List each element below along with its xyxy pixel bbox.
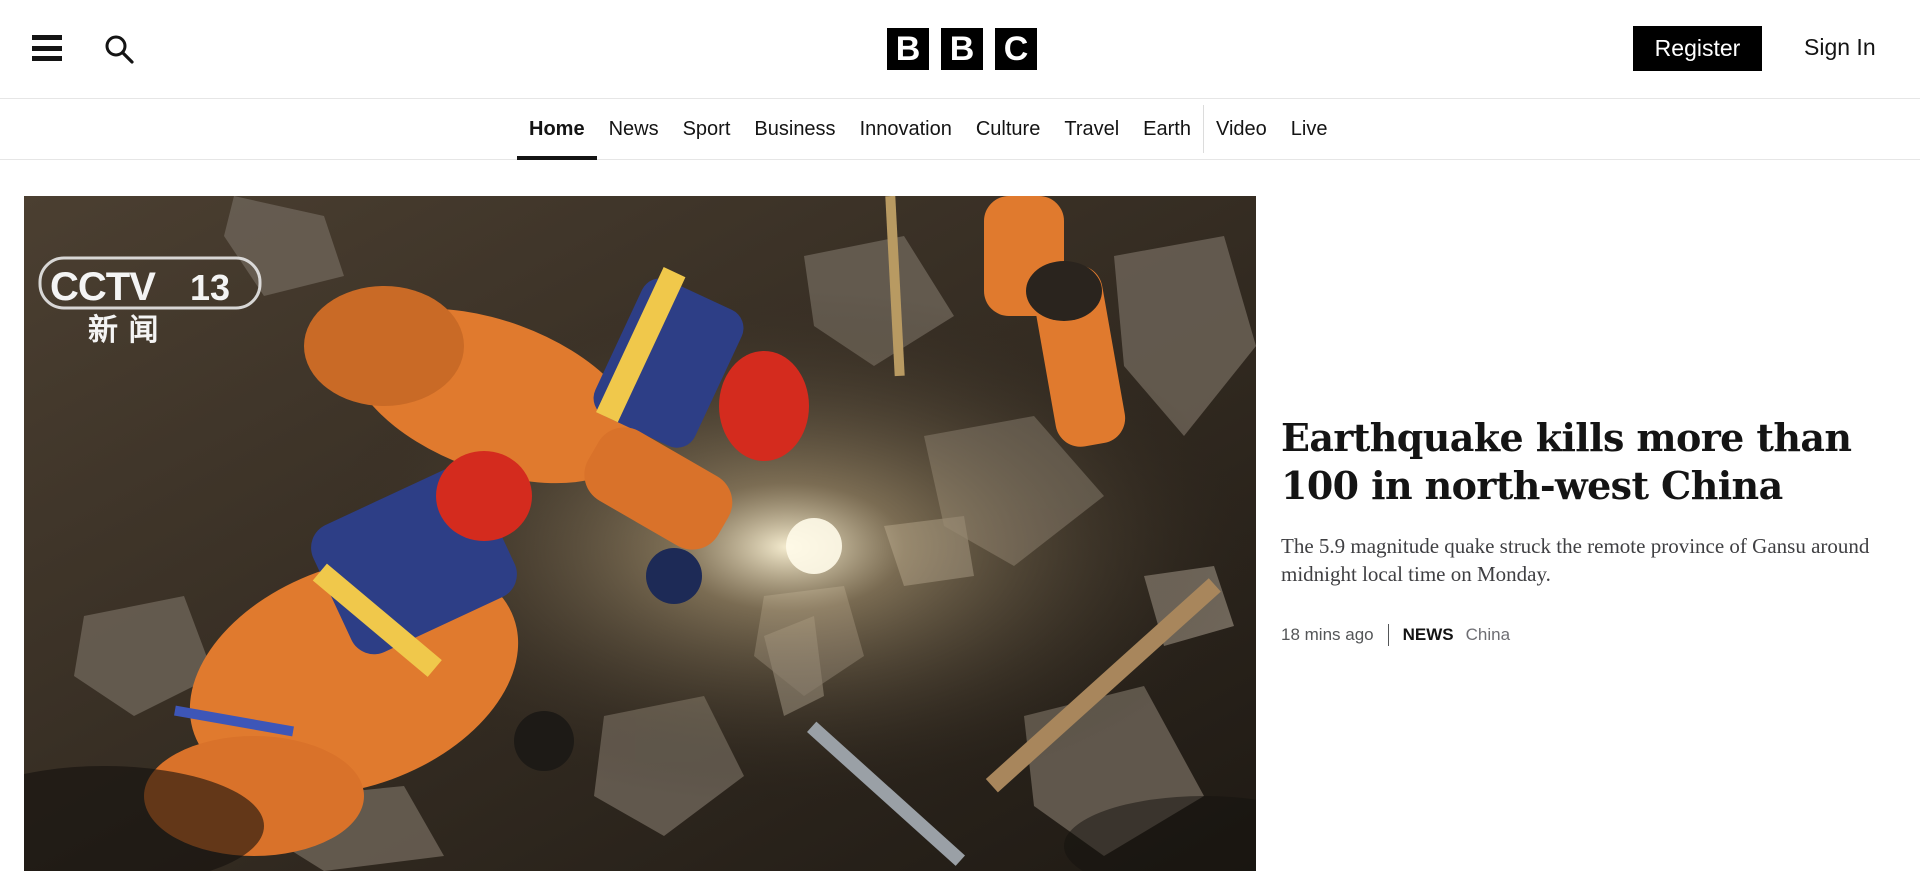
nav-item-live[interactable]: Live bbox=[1279, 99, 1340, 159]
logo-letter-b2: B bbox=[941, 28, 983, 70]
story-topic-label[interactable]: China bbox=[1466, 625, 1510, 645]
sign-in-link[interactable]: Sign In bbox=[1804, 34, 1876, 61]
main-content: CCTV 13 新 闻 Earthquake kills more than 1… bbox=[0, 160, 1920, 871]
nav-item-innovation[interactable]: Innovation bbox=[848, 99, 964, 159]
meta-divider bbox=[1387, 624, 1389, 646]
nav-item-video[interactable]: Video bbox=[1204, 99, 1279, 159]
svg-text:13: 13 bbox=[190, 267, 230, 308]
nav-list: Home News Sport Business Innovation Cult… bbox=[517, 99, 1340, 160]
menu-bar bbox=[32, 56, 62, 61]
register-button[interactable]: Register bbox=[1633, 26, 1762, 71]
nav-item-earth[interactable]: Earth bbox=[1131, 99, 1203, 159]
menu-bar bbox=[32, 35, 62, 40]
nav-item-travel[interactable]: Travel bbox=[1052, 99, 1131, 159]
nav-item-culture[interactable]: Culture bbox=[964, 99, 1052, 159]
nav-item-sport[interactable]: Sport bbox=[671, 99, 743, 159]
menu-bar bbox=[32, 45, 62, 51]
bbc-logo[interactable]: B B C bbox=[887, 28, 1037, 70]
search-icon-svg bbox=[105, 35, 134, 64]
nav-item-home[interactable]: Home bbox=[517, 99, 597, 160]
story-section-label[interactable]: NEWS bbox=[1403, 625, 1454, 645]
search-icon[interactable] bbox=[104, 34, 134, 64]
nav-item-news[interactable]: News bbox=[597, 99, 671, 159]
story-headline[interactable]: Earthquake kills more than 100 in north-… bbox=[1281, 414, 1881, 510]
story-timestamp: 18 mins ago bbox=[1281, 625, 1374, 644]
svg-text:新 闻: 新 闻 bbox=[88, 313, 158, 348]
svg-text:CCTV: CCTV bbox=[50, 265, 156, 309]
hero-image[interactable]: CCTV 13 新 闻 bbox=[24, 196, 1256, 871]
top-header: B B C Register Sign In bbox=[0, 0, 1920, 99]
nav-item-business[interactable]: Business bbox=[742, 99, 847, 159]
logo-letter-b1: B bbox=[887, 28, 929, 70]
story-meta: 18 mins ago NEWS China bbox=[1281, 624, 1881, 646]
primary-nav: Home News Sport Business Innovation Cult… bbox=[0, 99, 1920, 160]
lead-story: Earthquake kills more than 100 in north-… bbox=[1281, 414, 1881, 646]
rescue-scene-illustration: CCTV 13 新 闻 bbox=[24, 196, 1256, 871]
story-summary: The 5.9 magnitude quake struck the remot… bbox=[1281, 534, 1870, 586]
hamburger-menu-icon[interactable] bbox=[32, 33, 62, 63]
logo-letter-c: C bbox=[995, 28, 1037, 70]
